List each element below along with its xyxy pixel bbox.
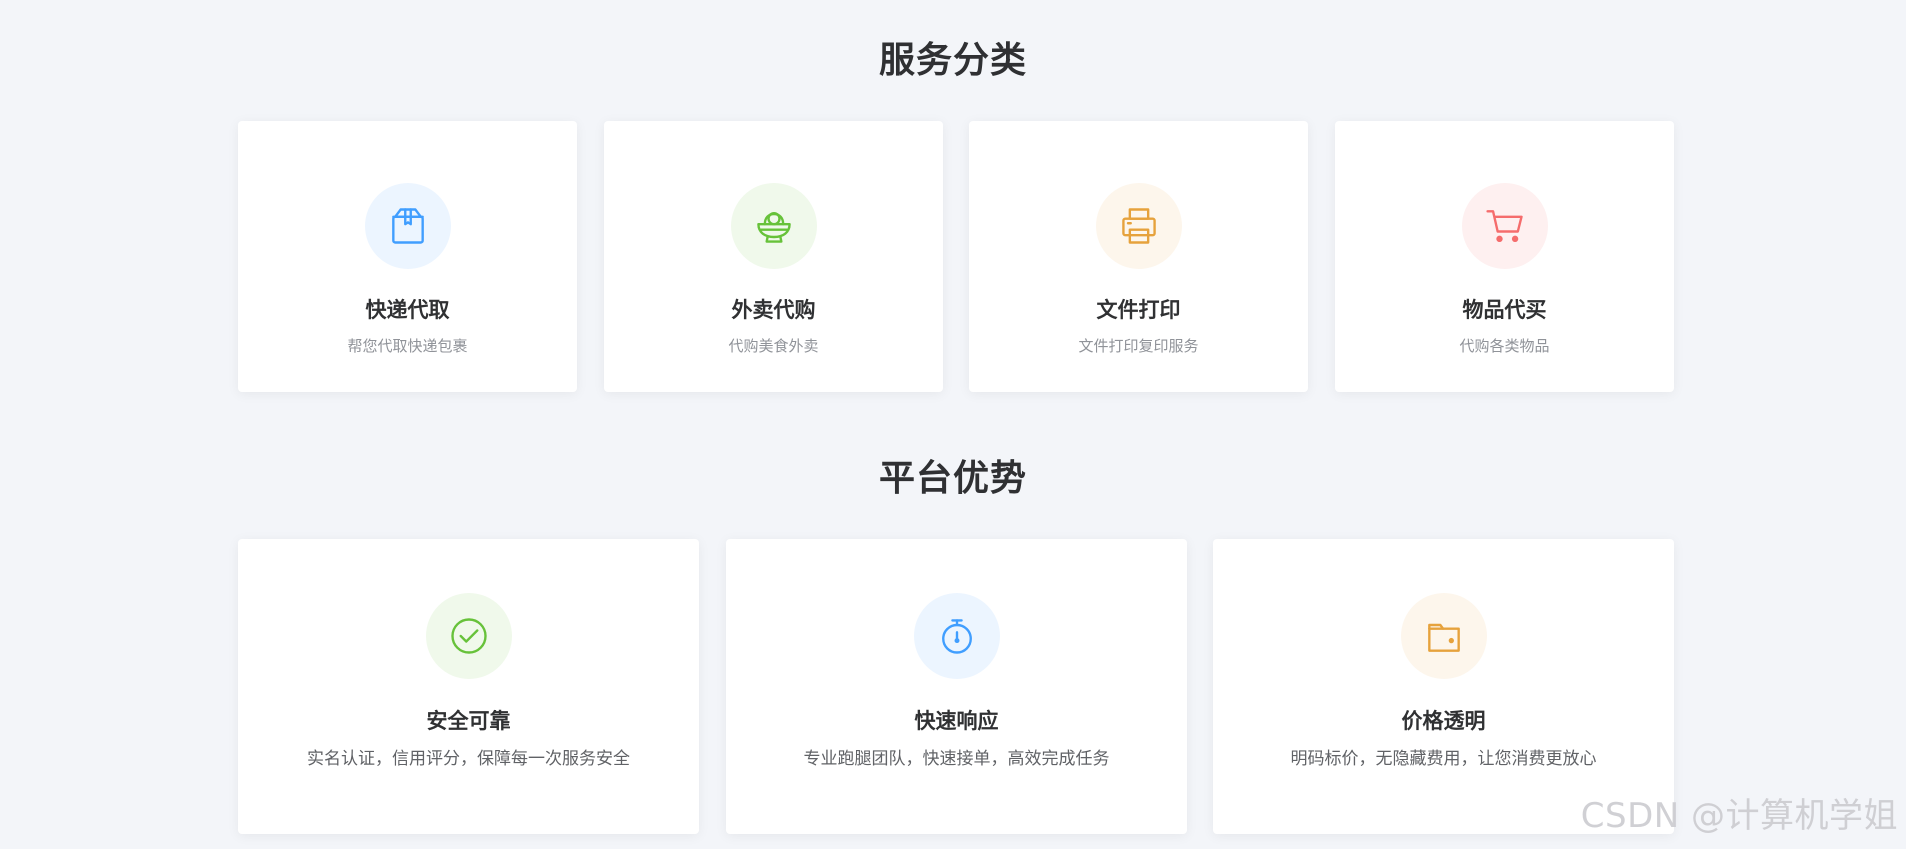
card-description: 实名认证，信用评分，保障每一次服务安全: [307, 749, 630, 769]
card-description: 专业跑腿团队，快速接单，高效完成任务: [803, 749, 1110, 769]
card-description: 文件打印复印服务: [1078, 337, 1199, 355]
check-circle-icon: [425, 593, 512, 679]
services-section-title: 服务分类: [878, 40, 1027, 81]
stopwatch-icon: [913, 593, 1000, 679]
service-card-item-purchase[interactable]: 物品代买 代购各类物品: [1335, 121, 1674, 392]
advantage-card-safe-reliable: 安全可靠 实名认证，信用评分，保障每一次服务安全: [238, 539, 699, 834]
card-description: 明码标价，无隐藏费用，让您消费更放心: [1290, 749, 1597, 769]
service-card-food-delivery[interactable]: 外卖代购 代购美食外卖: [604, 121, 943, 392]
card-title: 安全可靠: [426, 709, 511, 733]
card-title: 快递代取: [365, 298, 450, 322]
card-description: 帮您代取快递包裹: [347, 337, 468, 355]
wallet-icon: [1400, 593, 1487, 679]
service-card-express-pickup[interactable]: 快递代取 帮您代取快递包裹: [238, 121, 577, 392]
card-title: 快速响应: [914, 709, 999, 733]
card-title: 外卖代购: [731, 298, 816, 322]
card-description: 代购各类物品: [1459, 337, 1550, 355]
card-description: 代购美食外卖: [728, 337, 819, 355]
card-title: 价格透明: [1401, 709, 1486, 733]
card-title: 文件打印: [1096, 298, 1181, 322]
watermark-text: CSDN @计算机学姐: [1580, 796, 1898, 836]
printer-icon: [1095, 183, 1182, 269]
food-bowl-icon: [730, 183, 817, 269]
package-icon: [364, 183, 451, 269]
card-title: 物品代买: [1462, 298, 1547, 322]
advantages-section-title: 平台优势: [878, 458, 1027, 499]
advantage-card-fast-response: 快速响应 专业跑腿团队，快速接单，高效完成任务: [726, 539, 1187, 834]
service-card-file-printing[interactable]: 文件打印 文件打印复印服务: [969, 121, 1308, 392]
shopping-cart-icon: [1461, 183, 1548, 269]
